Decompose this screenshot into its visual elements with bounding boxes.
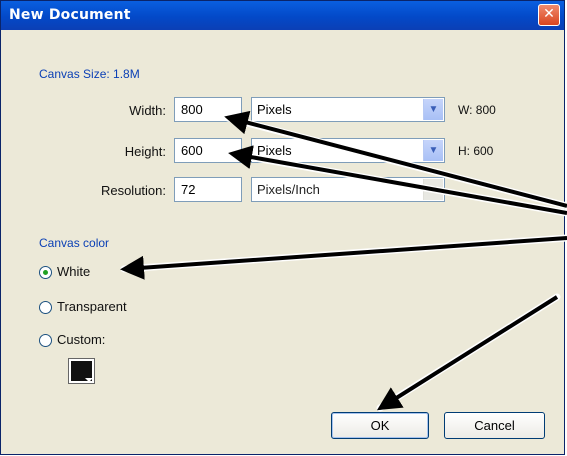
radio-custom[interactable]	[39, 334, 52, 347]
custom-color-swatch[interactable]	[68, 358, 95, 384]
radio-white-label[interactable]: White	[57, 264, 90, 279]
width-readout: W: 800	[458, 103, 496, 117]
height-value: 600	[181, 143, 203, 158]
resolution-unit-select[interactable]: Pixels/Inch ▼	[251, 177, 445, 202]
width-unit-select[interactable]: Pixels ▼	[251, 97, 445, 122]
height-readout: H: 600	[458, 144, 494, 158]
radio-transparent-label[interactable]: Transparent	[57, 299, 127, 314]
radio-transparent[interactable]	[39, 301, 52, 314]
resolution-input[interactable]: 72	[174, 177, 242, 202]
canvas-color-legend: Canvas color	[39, 236, 110, 250]
resolution-label: Resolution:	[100, 183, 166, 198]
chevron-down-icon[interactable]: ▼	[423, 99, 443, 120]
resolution-value: 72	[181, 182, 196, 197]
radio-selected-dot	[43, 270, 48, 275]
width-label: Width:	[129, 103, 166, 118]
height-unit-value: Pixels	[257, 143, 292, 158]
canvas-size-legend: Canvas Size: 1.8M	[39, 67, 140, 81]
width-unit-value: Pixels	[257, 102, 292, 117]
swatch-dropdown-icon	[85, 378, 93, 382]
new-document-dialog: New Document ✕ Canvas Size: 1.8M Width: …	[0, 0, 565, 455]
chevron-down-icon[interactable]: ▼	[423, 179, 443, 200]
chevron-down-icon[interactable]: ▼	[423, 140, 443, 161]
radio-white[interactable]	[39, 266, 52, 279]
radio-custom-label[interactable]: Custom:	[57, 332, 105, 347]
ok-button[interactable]: OK	[331, 412, 429, 439]
dialog-title: New Document	[9, 7, 131, 23]
resolution-unit-value: Pixels/Inch	[257, 182, 320, 197]
cancel-button[interactable]: Cancel	[444, 412, 545, 439]
height-unit-select[interactable]: Pixels ▼	[251, 138, 445, 163]
close-icon: ✕	[543, 6, 555, 22]
title-bar[interactable]: New Document ✕	[1, 1, 564, 30]
height-input[interactable]: 600	[174, 138, 242, 163]
close-button[interactable]: ✕	[538, 4, 560, 26]
width-value: 800	[181, 102, 203, 117]
height-label: Height:	[124, 144, 166, 159]
width-input[interactable]: 800	[174, 97, 242, 122]
